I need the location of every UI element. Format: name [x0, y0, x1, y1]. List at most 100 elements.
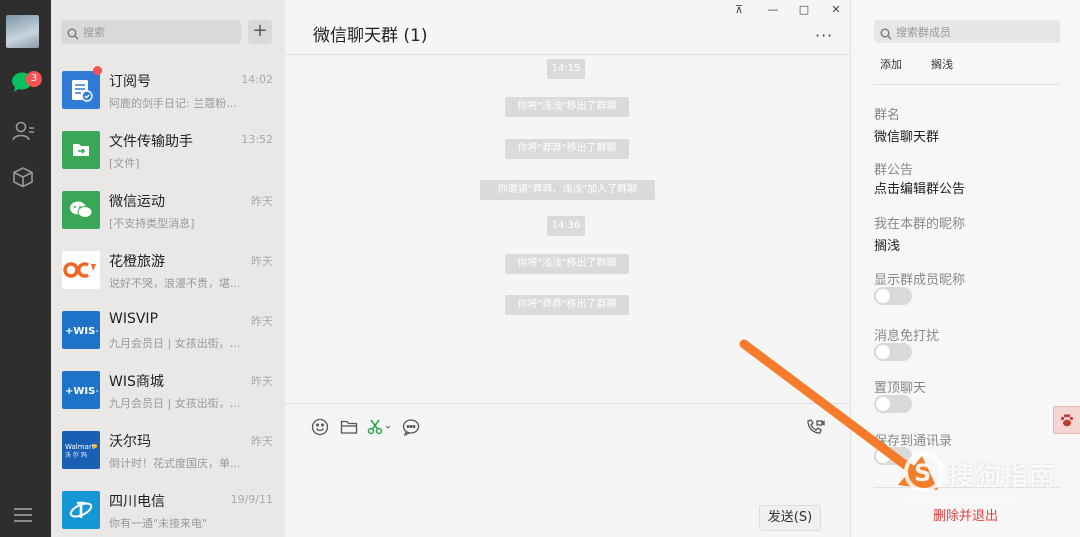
maximize-button[interactable]: □: [795, 2, 813, 18]
huacheng-logo-icon: [62, 251, 100, 289]
screenshot-scissors-icon[interactable]: [367, 417, 393, 437]
chat-item-wechat-sports[interactable]: 微信运动 昨天 [不支持类型消息]: [51, 180, 285, 240]
chat-time: 19/9/11: [230, 493, 273, 506]
chat-time: 昨天: [251, 195, 273, 208]
chat-item-huacheng-travel[interactable]: 花橙旅游 昨天 说好不哭，浪漫不贵，堪...: [51, 240, 285, 300]
chat-item-wis-mall[interactable]: +WIS+ WIS商城 昨天 九月会员日 | 女孩出街，...: [51, 360, 285, 420]
sogou-watermark: S 搜狗指南 zhinan.sogou.com: [900, 450, 1070, 510]
paw-icon[interactable]: [1053, 406, 1080, 434]
wechat-sports-icon: [62, 191, 100, 229]
system-message: 你将"莽莽"移出了群聊: [505, 295, 629, 315]
system-timestamp: 14:36: [547, 216, 585, 236]
header-divider: [285, 54, 850, 55]
sogou-logo-icon: S: [904, 452, 944, 492]
chat-window: 微信聊天群 (1) ··· 14:15 你将"浅浅"移出了群聊 你将"莽莽"移出…: [285, 0, 850, 537]
member-search-input[interactable]: 搜索群成员: [874, 20, 1060, 43]
menu-icon[interactable]: [8, 500, 38, 530]
chat-name: 花橙旅游: [109, 254, 165, 270]
chat-list-panel: 搜索 + 订阅号 14:02 阿鹿的剑手日记: 兰蔻粉... 文件传输助手 13…: [51, 0, 285, 537]
chat-item-walmart[interactable]: Walmart 沃 尔 玛 沃尔玛 昨天 倒计时！花式度国庆，单...: [51, 420, 285, 480]
svg-text:+WIS+: +WIS+: [65, 326, 98, 337]
folder-icon[interactable]: [339, 417, 359, 437]
add-chat-button[interactable]: +: [248, 20, 272, 44]
telecom-logo-icon: [62, 491, 100, 529]
chat-name: 订阅号: [109, 74, 151, 90]
chat-time: 14:02: [241, 73, 273, 86]
search-icon: [880, 25, 892, 44]
system-message: 你邀请"莽莽、浅浅"加入了群聊: [480, 180, 655, 200]
divider: [874, 84, 1060, 85]
chat-title: 微信聊天群 (1): [313, 26, 428, 46]
chat-preview: 九月会员日 | 女孩出街，...: [109, 337, 241, 350]
search-icon: [67, 25, 79, 44]
favorites-icon[interactable]: [8, 162, 38, 192]
chat-name: WISVIP: [109, 311, 159, 327]
chat-preview: 说好不哭，浪漫不贵，堪...: [109, 277, 241, 290]
chat-preview: [文件]: [109, 157, 140, 170]
group-name-value[interactable]: 微信聊天群: [874, 126, 939, 145]
search-input[interactable]: 搜索: [61, 20, 241, 44]
chat-time: 昨天: [251, 315, 273, 328]
chat-name: WIS商城: [109, 374, 164, 390]
svg-text:Walmart: Walmart: [65, 443, 95, 451]
chat-time: 13:52: [241, 133, 273, 146]
svg-text:S: S: [914, 459, 931, 487]
system-message: 你将"浅浅"移出了群聊: [505, 97, 629, 117]
chat-item-subscriptions[interactable]: 订阅号 14:02 阿鹿的剑手日记: 兰蔻粉...: [51, 60, 285, 120]
system-message: 你将"莽莽"移出了群聊: [505, 139, 629, 159]
unread-dot: [93, 66, 102, 75]
watermark-url: zhinan.sogou.com: [906, 494, 1014, 505]
nickname-value[interactable]: 搁浅: [874, 235, 900, 254]
member-search-placeholder: 搜索群成员: [896, 26, 951, 39]
chat-item-sichuan-telecom[interactable]: 四川电信 19/9/11 你有一通"未接来电": [51, 480, 285, 537]
chat-preview: [不支持类型消息]: [109, 217, 195, 230]
contacts-icon[interactable]: [8, 116, 38, 146]
close-button[interactable]: ✕: [827, 2, 845, 18]
chat-name: 微信运动: [109, 194, 165, 210]
svg-text:+WIS+: +WIS+: [65, 386, 98, 397]
subscription-avatar-icon: [62, 71, 100, 109]
mute-label: 消息免打扰: [874, 329, 940, 344]
chat-item-file-transfer[interactable]: 文件传输助手 13:52 [文件]: [51, 120, 285, 180]
chat-preview: 你有一通"未接来电": [109, 517, 208, 530]
add-member-button[interactable]: 添加: [880, 56, 902, 72]
pin-window-button[interactable]: ⊼: [730, 2, 748, 18]
file-transfer-icon: [62, 131, 100, 169]
avatar[interactable]: [6, 15, 39, 48]
chat-time: 昨天: [251, 255, 273, 268]
chat-history-icon[interactable]: [401, 417, 421, 437]
video-call-icon[interactable]: [805, 417, 825, 437]
group-name-label: 群名: [874, 108, 901, 123]
system-message: 你将"浅浅"移出了群聊: [505, 254, 629, 274]
nickname-label: 我在本群的昵称: [874, 217, 966, 232]
member-name[interactable]: 搁浅: [931, 56, 953, 72]
chat-name: 沃尔玛: [109, 434, 151, 450]
input-divider: [285, 403, 850, 404]
watermark-text: 搜狗指南: [948, 462, 1057, 492]
pin-chat-label: 置顶聊天: [874, 381, 927, 396]
more-options-button[interactable]: ···: [815, 26, 833, 45]
wis-logo-icon: +WIS+: [62, 371, 100, 409]
chat-item-wisvip[interactable]: +WIS+ WISVIP 昨天 九月会员日 | 女孩出街，...: [51, 300, 285, 360]
chat-name: 文件传输助手: [109, 134, 193, 150]
emoji-icon[interactable]: [310, 417, 330, 437]
chat-preview: 倒计时！花式度国庆，单...: [109, 457, 241, 470]
chat-preview: 九月会员日 | 女孩出街，...: [109, 397, 241, 410]
pin-chat-toggle[interactable]: [874, 395, 912, 413]
search-placeholder: 搜索: [83, 26, 105, 39]
svg-text:沃 尔 玛: 沃 尔 玛: [65, 451, 87, 459]
send-button[interactable]: 发送(S): [759, 505, 821, 531]
unread-badge: 3: [26, 71, 42, 87]
show-nickname-toggle[interactable]: [874, 287, 912, 305]
minimize-button[interactable]: —: [764, 2, 782, 18]
chat-time: 昨天: [251, 375, 273, 388]
chat-preview: 阿鹿的剑手日记: 兰蔻粉...: [109, 97, 237, 110]
left-nav: 3: [0, 0, 51, 537]
chat-time: 昨天: [251, 435, 273, 448]
mute-toggle[interactable]: [874, 343, 912, 361]
wis-logo-icon: +WIS+: [62, 311, 100, 349]
group-notice-label: 群公告: [874, 163, 914, 178]
group-notice-value[interactable]: 点击编辑群公告: [874, 178, 965, 197]
walmart-logo-icon: Walmart 沃 尔 玛: [62, 431, 100, 469]
system-timestamp: 14:15: [547, 59, 585, 79]
